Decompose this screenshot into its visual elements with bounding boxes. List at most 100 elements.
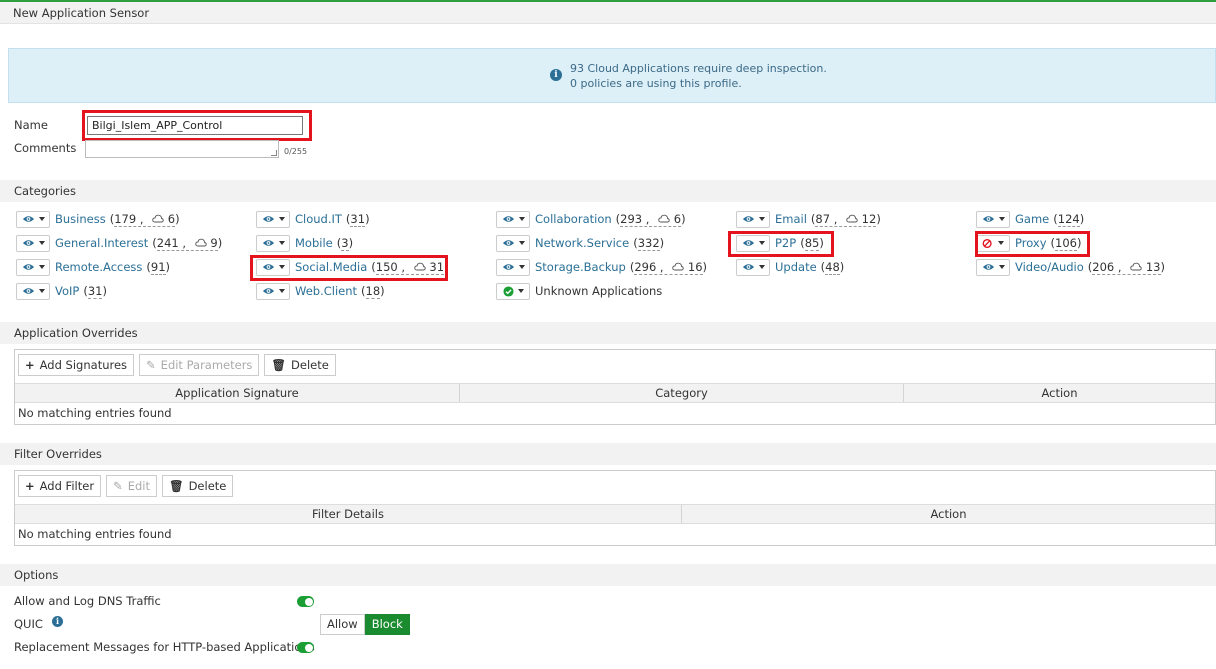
category-count: (241 , 9) [152, 236, 223, 251]
caret-down-icon [758, 265, 765, 269]
eye-icon [22, 287, 35, 295]
add-filter-label: Add Filter [39, 479, 95, 493]
eye-icon [502, 263, 515, 271]
category-count: (293 , 6) [615, 212, 686, 227]
name-input[interactable] [87, 116, 303, 135]
category-name[interactable]: Storage.Backup [535, 260, 626, 274]
filter-overrides-table-header: Filter Details Action [15, 504, 1215, 524]
highlight-box-p2p [728, 231, 834, 257]
options-header: Options [0, 564, 1216, 586]
caret-down-icon [518, 217, 525, 221]
info-line-2: 0 policies are using this profile. [570, 77, 742, 90]
category-name[interactable]: Business [55, 212, 106, 226]
cloud-icon [195, 236, 207, 250]
column-application-signature[interactable]: Application Signature [15, 384, 460, 402]
category-action-dropdown[interactable] [256, 234, 290, 252]
quic-info-icon[interactable]: i [52, 616, 63, 627]
category-action-dropdown[interactable] [976, 210, 1010, 228]
plus-icon: + [25, 358, 35, 372]
category-action-dropdown[interactable] [16, 282, 50, 300]
caret-down-icon [278, 241, 285, 245]
caret-down-icon [518, 265, 525, 269]
cloud-icon [1130, 260, 1142, 274]
category-name[interactable]: Web.Client [295, 284, 357, 298]
category-count: (48) [820, 260, 845, 275]
edit-parameters-button[interactable]: ✎ Edit Parameters [139, 354, 260, 376]
add-filter-button[interactable]: + Add Filter [18, 475, 102, 497]
comments-textarea[interactable] [85, 140, 279, 158]
category-count: (31) [345, 212, 370, 227]
cloud-icon [672, 260, 684, 274]
category-email: Email (87 , 12) [736, 210, 881, 228]
category-name[interactable]: Remote.Access [55, 260, 142, 274]
category-business: Business (179 , 6) [16, 210, 180, 228]
delete-filter-button[interactable]: 🗑 Delete [161, 475, 234, 497]
delete-signature-label: Delete [291, 358, 329, 372]
quic-block-button[interactable]: Block [364, 614, 410, 635]
category-update: Update (48) [736, 258, 844, 276]
category-action-dropdown[interactable] [16, 258, 50, 276]
column-filter-action[interactable]: Action [682, 505, 1215, 523]
filter-overrides-panel: + Add Filter ✎ Edit 🗑 Delete Filter Details… [14, 470, 1216, 546]
category-action-dropdown[interactable] [16, 210, 50, 228]
category-name[interactable]: Unknown Applications [535, 284, 662, 298]
eye-icon [22, 239, 35, 247]
category-count: (206 , 13) [1087, 260, 1165, 275]
category-action-dropdown[interactable] [736, 258, 770, 276]
highlight-box-proxy [975, 231, 1090, 257]
category-action-dropdown[interactable] [736, 210, 770, 228]
category-game: Game (124) [976, 210, 1084, 228]
category-name[interactable]: Email [775, 212, 807, 226]
info-line-1: 93 Cloud Applications require deep inspe… [570, 62, 827, 75]
eye-icon [742, 215, 755, 223]
app-overrides-panel: + Add Signatures ✎ Edit Parameters 🗑 Delete… [14, 349, 1216, 425]
category-name[interactable]: General.Interest [55, 236, 148, 250]
column-category[interactable]: Category [460, 384, 904, 402]
caret-down-icon [38, 241, 45, 245]
caret-down-icon [278, 289, 285, 293]
category-name[interactable]: Collaboration [535, 212, 612, 226]
category-name[interactable]: Update [775, 260, 817, 274]
category-action-dropdown[interactable] [16, 234, 50, 252]
category-action-dropdown[interactable] [496, 282, 530, 300]
edit-filter-button[interactable]: ✎ Edit [106, 475, 157, 497]
category-name[interactable]: Video/Audio [1015, 260, 1084, 274]
quic-allow-button[interactable]: Allow [320, 614, 365, 635]
cloud-icon [846, 212, 858, 226]
category-collaboration: Collaboration (293 , 6) [496, 210, 686, 228]
highlight-box-social-media [250, 255, 448, 281]
category-voip: VoIP (31) [16, 282, 107, 300]
category-count: (18) [361, 284, 385, 299]
trash-icon: 🗑 [168, 479, 184, 493]
category-name[interactable]: Network.Service [535, 236, 629, 250]
column-action[interactable]: Action [904, 384, 1215, 402]
category-name[interactable]: Game [1015, 212, 1049, 226]
category-count: (124) [1053, 212, 1085, 227]
eye-icon [982, 215, 995, 223]
app-overrides-header: Application Overrides [0, 322, 1216, 344]
resize-grip-icon[interactable] [271, 150, 277, 156]
replacement-messages-toggle[interactable] [297, 642, 314, 653]
delete-signature-button[interactable]: 🗑 Delete [264, 354, 336, 376]
category-name[interactable]: Mobile [295, 236, 333, 250]
info-banner: i 93 Cloud Applications require deep ins… [8, 48, 1216, 103]
category-action-dropdown[interactable] [496, 258, 530, 276]
category-action-dropdown[interactable] [496, 210, 530, 228]
category-name[interactable]: Cloud.IT [295, 212, 342, 226]
category-action-dropdown[interactable] [976, 258, 1010, 276]
category-count: (332) [633, 236, 665, 251]
column-filter-details[interactable]: Filter Details [15, 505, 682, 523]
category-action-dropdown[interactable] [496, 234, 530, 252]
categories-header: Categories [0, 180, 1216, 202]
category-general-interest: General.Interest (241 , 9) [16, 234, 222, 252]
caret-down-icon [758, 217, 765, 221]
caret-down-icon [38, 289, 45, 293]
category-action-dropdown[interactable] [256, 282, 290, 300]
edit-parameters-label: Edit Parameters [160, 358, 253, 372]
category-cloud-it: Cloud.IT (31) [256, 210, 370, 228]
page-title: New Application Sensor [0, 2, 1216, 24]
category-action-dropdown[interactable] [256, 210, 290, 228]
category-name[interactable]: VoIP [55, 284, 79, 298]
add-signatures-button[interactable]: + Add Signatures [18, 354, 135, 376]
dns-traffic-toggle[interactable] [297, 596, 314, 607]
